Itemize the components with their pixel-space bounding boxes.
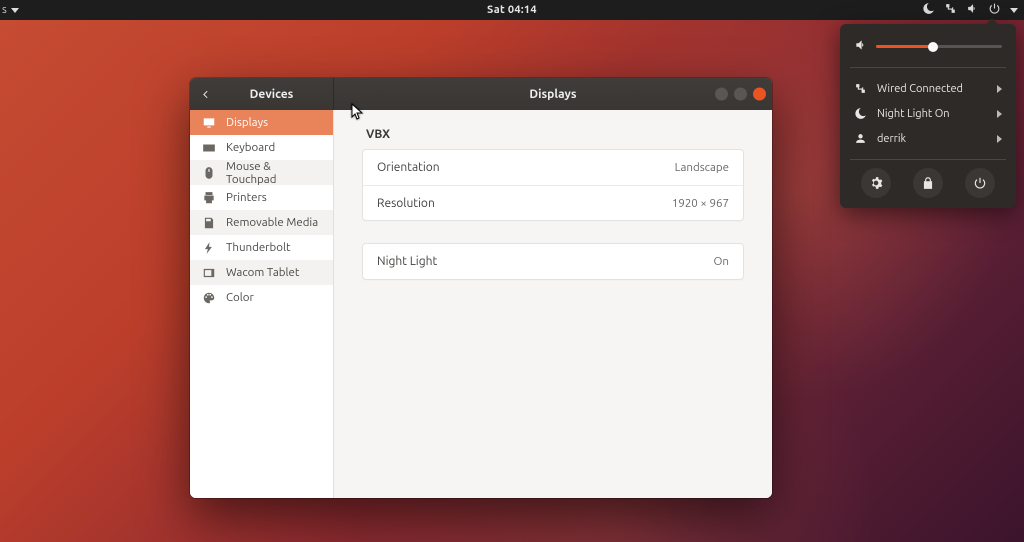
mouse-icon: [202, 166, 216, 180]
sidebar-item-label: Removable Media: [226, 216, 318, 229]
tablet-icon: [202, 266, 216, 280]
chevron-right-icon: [997, 110, 1002, 118]
row-label: Orientation: [377, 161, 440, 174]
row-orientation[interactable]: Orientation Landscape: [363, 150, 743, 185]
lock-button[interactable]: [913, 168, 943, 198]
volume-icon: [966, 2, 979, 18]
sidebar-item-label: Mouse & Touchpad: [226, 160, 321, 186]
night-light-panel: Night Light On: [362, 243, 744, 280]
system-menu: Wired Connected Night Light On derrik: [840, 24, 1016, 208]
keyboard-icon: [202, 141, 216, 155]
settings-button[interactable]: [861, 168, 891, 198]
topbar-left-fragment: s: [2, 0, 19, 20]
sidebar-item-label: Keyboard: [226, 141, 275, 154]
volume-icon: [854, 38, 868, 55]
sidebar-item-color[interactable]: Color: [190, 285, 333, 310]
removable-media-icon: [202, 216, 216, 230]
display-properties-panel: Orientation Landscape Resolution 1920 × …: [362, 149, 744, 221]
sidebar-item-mouse-touchpad[interactable]: Mouse & Touchpad: [190, 160, 333, 185]
sysmenu-item-label: derrik: [877, 133, 987, 145]
volume-slider[interactable]: [876, 45, 1002, 48]
chevron-right-icon: [997, 85, 1002, 93]
sidebar-item-displays[interactable]: Displays: [190, 110, 333, 135]
volume-slider-fill: [876, 45, 933, 48]
row-resolution[interactable]: Resolution 1920 × 967: [363, 185, 743, 220]
chevron-left-icon: [200, 89, 211, 100]
night-light-icon: [854, 107, 867, 120]
sysmenu-item-night-light[interactable]: Night Light On: [850, 101, 1006, 126]
headerbar-sidebar: Devices: [190, 78, 334, 110]
network-wired-icon: [854, 82, 867, 95]
row-value: Landscape: [675, 161, 729, 174]
menu-separator: [850, 67, 1006, 68]
sidebar-item-wacom-tablet[interactable]: Wacom Tablet: [190, 260, 333, 285]
sidebar-item-label: Wacom Tablet: [226, 266, 299, 279]
sysmenu-action-row: [850, 168, 1006, 198]
status-area[interactable]: [922, 0, 1018, 20]
sidebar-item-label: Printers: [226, 191, 267, 204]
power-icon: [973, 176, 987, 190]
user-icon: [854, 132, 867, 145]
headerbar-main: Displays: [334, 78, 772, 110]
row-night-light[interactable]: Night Light On: [363, 244, 743, 279]
display-name-heading: VBX: [366, 128, 744, 141]
row-value: On: [714, 255, 730, 268]
devices-sidebar: Displays Keyboard Mouse & Touchpad Print…: [190, 110, 334, 498]
back-button[interactable]: [190, 78, 220, 110]
displays-content: VBX Orientation Landscape Resolution 192…: [334, 110, 772, 498]
sidebar-item-label: Thunderbolt: [226, 241, 291, 254]
settings-window: Devices Displays Displays: [190, 78, 772, 498]
settings-icon: [869, 176, 883, 190]
power-icon: [988, 2, 1001, 18]
network-wired-icon: [944, 2, 957, 18]
sysmenu-item-user[interactable]: derrik: [850, 126, 1006, 151]
window-close-button[interactable]: [753, 88, 766, 101]
window-headerbar: Devices Displays: [190, 78, 772, 110]
volume-slider-thumb[interactable]: [928, 42, 938, 52]
printer-icon: [202, 191, 216, 205]
sidebar-item-label: Color: [226, 291, 254, 304]
window-minimize-button[interactable]: [715, 88, 728, 101]
display-icon: [202, 116, 216, 130]
lock-icon: [921, 176, 935, 190]
page-title: Displays: [529, 88, 576, 101]
chevron-down-icon: [11, 8, 19, 13]
chevron-down-icon: [1010, 8, 1018, 13]
sidebar-item-keyboard[interactable]: Keyboard: [190, 135, 333, 160]
window-maximize-button[interactable]: [734, 88, 747, 101]
row-label: Resolution: [377, 197, 435, 210]
sidebar-item-label: Displays: [226, 116, 268, 129]
sysmenu-item-label: Night Light On: [877, 108, 987, 120]
sidebar-item-printers[interactable]: Printers: [190, 185, 333, 210]
power-button[interactable]: [965, 168, 995, 198]
color-icon: [202, 291, 216, 305]
sysmenu-item-network[interactable]: Wired Connected: [850, 76, 1006, 101]
desktop-wallpaper: s Sat 04:14: [0, 0, 1024, 542]
row-value: 1920 × 967: [672, 197, 729, 210]
topbar-clock[interactable]: Sat 04:14: [487, 4, 537, 16]
night-light-icon: [922, 2, 935, 18]
gnome-top-bar: s Sat 04:14: [0, 0, 1024, 20]
window-controls: [715, 88, 766, 101]
chevron-right-icon: [997, 135, 1002, 143]
sidebar-item-removable-media[interactable]: Removable Media: [190, 210, 333, 235]
thunderbolt-icon: [202, 241, 216, 255]
sidebar-item-thunderbolt[interactable]: Thunderbolt: [190, 235, 333, 260]
sysmenu-item-label: Wired Connected: [877, 83, 987, 95]
row-label: Night Light: [377, 255, 437, 268]
menu-separator: [850, 159, 1006, 160]
sidebar-title: Devices: [220, 88, 333, 101]
topbar-left-text: s: [2, 4, 7, 16]
volume-slider-row: [854, 38, 1002, 55]
